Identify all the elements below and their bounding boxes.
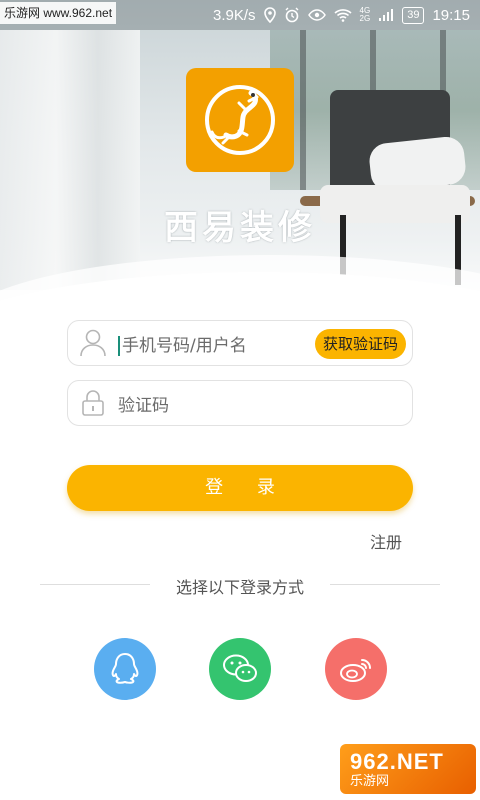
verification-code-field[interactable]: 验证码 [67,380,413,426]
window-frame [300,30,306,190]
wechat-login-button[interactable] [209,638,271,700]
login-method-divider: 选择以下登录方式 [40,574,440,597]
mobile-network-indicator: 4G 2G [360,7,371,23]
background-curtain [0,30,140,290]
register-link[interactable]: 注册 [370,529,402,553]
battery-indicator: 39 [402,6,425,24]
login-method-heading: 选择以下登录方式 [175,578,304,597]
lock-icon [68,389,118,417]
network-type-bottom: 2G [359,14,371,23]
user-icon [68,329,118,357]
alarm-icon [284,7,300,23]
location-icon [263,7,276,23]
watermark-bottom: 962.NET 乐游网 [340,744,476,794]
username-input[interactable]: 手机号码/用户名 [122,336,247,356]
weibo-icon [340,659,371,682]
divider-line-right [330,584,440,585]
watermark-number: 962.NET [350,749,444,774]
wechat-icon [223,654,257,682]
signal-icon [378,8,394,22]
get-code-button[interactable]: 获取验证码 [314,329,406,359]
text-cursor [118,335,120,356]
network-speed: 3.9K/s [213,6,256,24]
clock: 19:15 [432,6,470,24]
watermark-top: 乐游网 www.962.net [0,2,117,24]
eye-icon [307,9,326,21]
brand-name: 西易装修 [164,208,316,249]
watermark-text: 乐游网 [350,773,390,788]
login-button[interactable]: 登 录 [67,465,413,511]
verification-code-input[interactable]: 验证码 [118,391,412,416]
weibo-login-button[interactable] [325,638,387,700]
qq-icon [111,653,139,684]
username-field[interactable]: 手机号码/用户名 获取验证码 [67,320,413,366]
app-logo [186,68,294,172]
wifi-icon [333,8,352,22]
gecko-icon [205,85,275,155]
qq-login-button[interactable] [94,638,156,700]
